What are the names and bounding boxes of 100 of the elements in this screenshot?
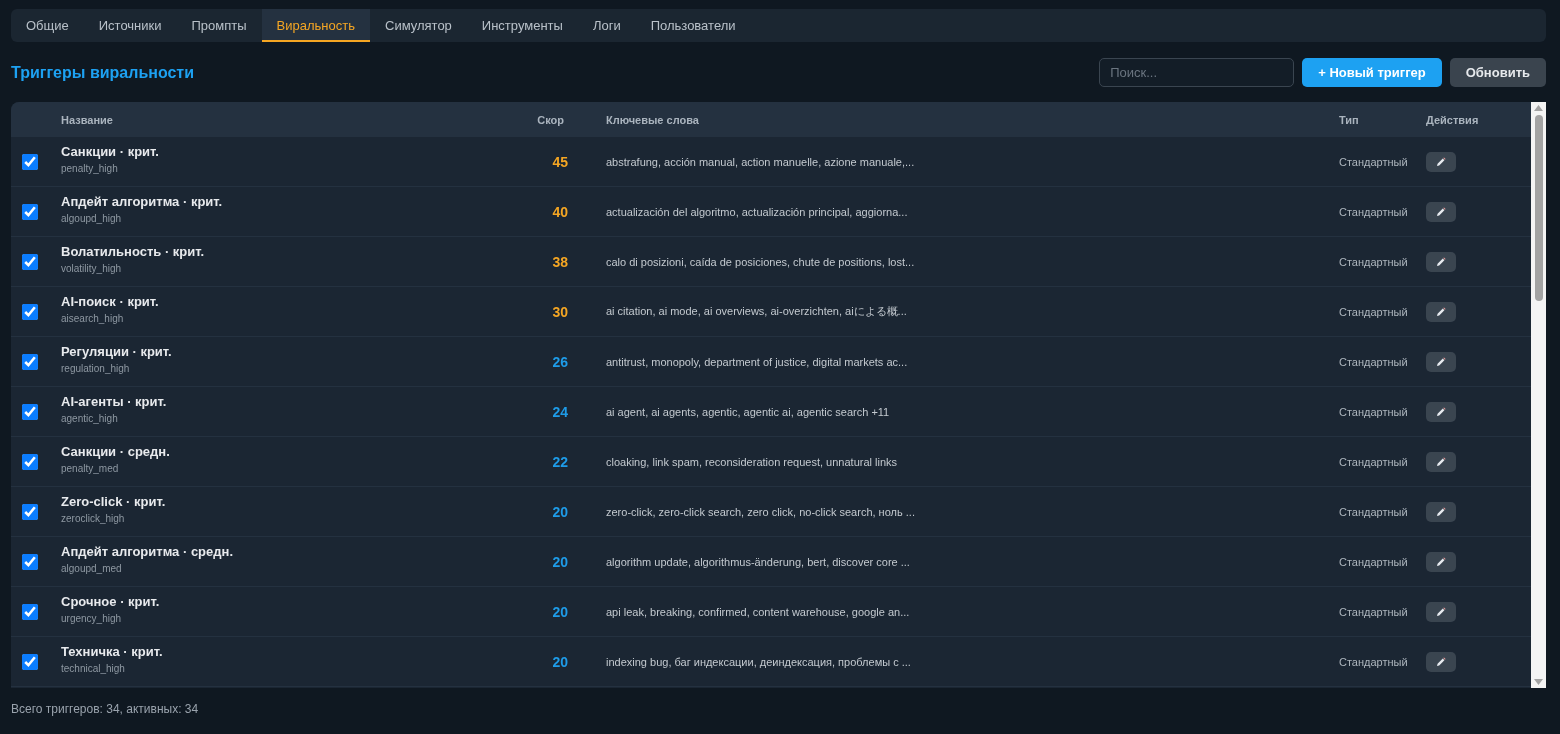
trigger-name: AI-поиск · крит. bbox=[61, 294, 159, 310]
trigger-name: Zero-click · крит. bbox=[61, 494, 166, 510]
keywords-text: api leak, breaking, confirmed, content warehouse, google an... bbox=[606, 605, 910, 618]
trigger-id: technical_high bbox=[61, 663, 125, 675]
keywords-text: ai agent, ai agents, agentic, agentic ai, agentic search +11 bbox=[606, 405, 890, 418]
trigger-name: Апдейт алгоритма · средн. bbox=[61, 544, 233, 560]
pencil-icon bbox=[1436, 306, 1446, 317]
enable-checkbox[interactable] bbox=[22, 353, 38, 370]
enable-checkbox[interactable] bbox=[22, 503, 38, 520]
pencil-icon bbox=[1436, 606, 1446, 617]
type-text: Стандартный bbox=[1339, 505, 1408, 518]
trigger-name: Срочное · крит. bbox=[61, 594, 160, 610]
enable-checkbox[interactable] bbox=[22, 403, 38, 420]
type-text: Стандартный bbox=[1339, 205, 1408, 218]
keywords-text: calo di posizioni, caída de posiciones, chute de positions, lost... bbox=[606, 255, 915, 268]
scrollbar[interactable] bbox=[1531, 102, 1546, 688]
edit-button[interactable] bbox=[1426, 551, 1456, 572]
pencil-icon bbox=[1436, 356, 1446, 367]
keywords-text: actualización del algoritmo, actualización principal, aggiorna... bbox=[606, 205, 908, 218]
enable-checkbox[interactable] bbox=[22, 203, 38, 220]
trigger-id: volatility_high bbox=[61, 263, 122, 275]
trigger-id: regulation_high bbox=[61, 363, 130, 375]
column-header: Скор bbox=[537, 113, 565, 126]
type-text: Стандартный bbox=[1339, 605, 1408, 618]
tab[interactable]: Промпты bbox=[176, 9, 262, 42]
tab[interactable]: Инструменты bbox=[466, 9, 578, 42]
trigger-id: urgency_high bbox=[61, 613, 122, 625]
edit-button[interactable] bbox=[1426, 451, 1456, 472]
score-value: 30 bbox=[552, 303, 569, 320]
edit-button[interactable] bbox=[1426, 501, 1456, 522]
score-value: 20 bbox=[552, 503, 569, 520]
tab[interactable]: Логи bbox=[577, 9, 636, 42]
enable-checkbox[interactable] bbox=[22, 653, 38, 670]
search-field[interactable]: Поиск... bbox=[1099, 58, 1295, 87]
tab[interactable]: Общие bbox=[11, 9, 84, 42]
trigger-name: Регуляции · крит. bbox=[61, 344, 172, 360]
score-value: 20 bbox=[552, 553, 569, 570]
trigger-id: penalty_med bbox=[61, 463, 119, 475]
trigger-name: Техничка · крит. bbox=[61, 644, 163, 660]
pencil-icon bbox=[1436, 406, 1446, 417]
pencil-icon bbox=[1436, 456, 1446, 467]
keywords-text: antitrust, monopoly, department of justice, digital markets ac... bbox=[606, 355, 908, 368]
trigger-id: algoupd_med bbox=[61, 563, 122, 575]
summary-text: Всего триггеров: 34, активных: 34 bbox=[11, 702, 200, 716]
score-value: 38 bbox=[552, 253, 569, 270]
edit-button[interactable] bbox=[1426, 351, 1456, 372]
score-value: 20 bbox=[552, 653, 569, 670]
enable-checkbox[interactable] bbox=[22, 303, 38, 320]
edit-button[interactable] bbox=[1426, 151, 1456, 172]
enable-checkbox[interactable] bbox=[22, 553, 38, 570]
score-value: 20 bbox=[552, 603, 569, 620]
enable-checkbox[interactable] bbox=[22, 153, 38, 170]
type-text: Стандартный bbox=[1339, 355, 1408, 368]
keywords-text: abstrafung, acción manual, action manuelle, azione manuale,... bbox=[606, 155, 915, 168]
type-text: Стандартный bbox=[1339, 405, 1408, 418]
column-header: Тип bbox=[1339, 113, 1359, 126]
trigger-id: agentic_high bbox=[61, 413, 118, 425]
tab[interactable]: Пользователи bbox=[635, 9, 751, 42]
score-value: 22 bbox=[552, 453, 569, 470]
score-value: 24 bbox=[552, 403, 569, 420]
pencil-icon bbox=[1436, 656, 1446, 667]
column-header: Действия bbox=[1426, 113, 1479, 126]
column-header: Ключевые слова bbox=[605, 113, 699, 126]
keywords-text: ai citation, ai mode, ai overviews, ai-overzichten, aiによる概... bbox=[606, 304, 907, 319]
type-text: Стандартный bbox=[1339, 305, 1408, 318]
edit-button[interactable] bbox=[1426, 401, 1456, 422]
trigger-id: aisearch_high bbox=[61, 313, 124, 325]
tab[interactable]: Источники bbox=[83, 9, 177, 42]
edit-button[interactable] bbox=[1426, 301, 1456, 322]
edit-button[interactable] bbox=[1426, 601, 1456, 622]
keywords-text: indexing bug, баг индексации, деиндексация, проблемы с ... bbox=[606, 655, 911, 668]
score-value: 45 bbox=[552, 153, 569, 170]
pencil-icon bbox=[1436, 256, 1446, 267]
pencil-icon bbox=[1436, 206, 1446, 217]
edit-button[interactable] bbox=[1426, 251, 1456, 272]
pencil-icon bbox=[1436, 506, 1446, 517]
refresh-button[interactable]: Обновить bbox=[1449, 58, 1546, 87]
column-header: Название bbox=[61, 113, 113, 126]
tab[interactable]: Виральность bbox=[261, 9, 370, 42]
keywords-text: cloaking, link spam, reconsideration request, unnatural links bbox=[606, 455, 898, 468]
type-text: Стандартный bbox=[1339, 455, 1408, 468]
edit-button[interactable] bbox=[1426, 201, 1456, 222]
edit-button[interactable] bbox=[1426, 651, 1456, 672]
trigger-id: penalty_high bbox=[61, 163, 118, 175]
score-value: 40 bbox=[552, 203, 569, 220]
type-text: Стандартный bbox=[1339, 555, 1408, 568]
tab[interactable]: Симулятор bbox=[370, 9, 467, 42]
enable-checkbox[interactable] bbox=[22, 253, 38, 270]
pencil-icon bbox=[1436, 556, 1446, 567]
keywords-text: algorithm update, algorithmus-änderung, bert, discover core ... bbox=[606, 555, 910, 568]
score-value: 26 bbox=[552, 353, 569, 370]
type-text: Стандартный bbox=[1339, 255, 1408, 268]
enable-checkbox[interactable] bbox=[22, 453, 38, 470]
trigger-name: Санкции · средн. bbox=[61, 444, 170, 460]
type-text: Стандартный bbox=[1339, 155, 1408, 168]
scrollbar-thumb[interactable] bbox=[1534, 115, 1543, 301]
enable-checkbox[interactable] bbox=[22, 603, 38, 620]
trigger-name: Волатильность · крит. bbox=[61, 244, 205, 260]
page-title: Триггеры виральности bbox=[11, 63, 195, 82]
keywords-text: zero-click, zero-click search, zero click, no-click search, ноль ... bbox=[606, 505, 915, 518]
